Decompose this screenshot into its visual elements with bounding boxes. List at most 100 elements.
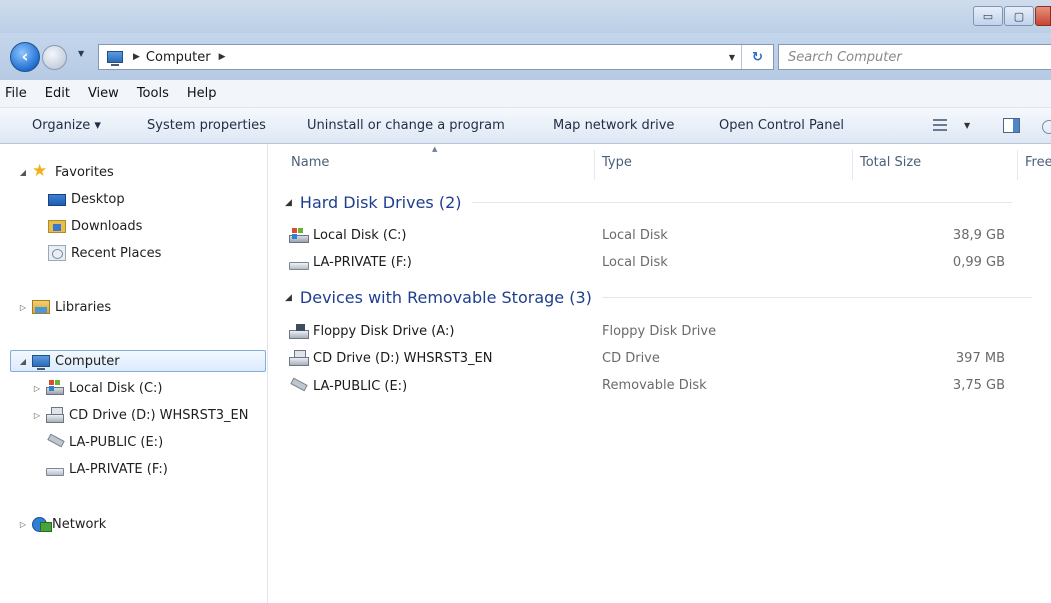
- list-item[interactable]: CD Drive (D:) WHSRST3_EN CD Drive 397 MB: [289, 347, 1049, 371]
- expand-icon[interactable]: ▷: [32, 411, 42, 420]
- search-input[interactable]: Search Computer: [778, 44, 1051, 70]
- nav-downloads-label: Downloads: [71, 218, 143, 234]
- nav-libraries-label: Libraries: [55, 299, 112, 315]
- help-icon[interactable]: [1042, 120, 1051, 134]
- menu-help[interactable]: Help: [187, 86, 217, 101]
- list-item[interactable]: LA-PUBLIC (E:) Removable Disk 3,75 GB: [289, 374, 1049, 398]
- minimize-icon: ▭: [982, 9, 994, 23]
- downloads-folder-icon: [48, 219, 66, 233]
- item-name-cell: CD Drive (D:) WHSRST3_EN: [289, 350, 493, 366]
- item-type: Floppy Disk Drive: [602, 324, 717, 339]
- nav-downloads[interactable]: Downloads: [44, 215, 142, 237]
- menu-view[interactable]: View: [88, 86, 119, 101]
- breadcrumb-separator-icon[interactable]: ▶: [219, 52, 226, 62]
- change-view-icon[interactable]: [933, 119, 947, 131]
- back-arrow-icon: ‹: [21, 47, 29, 67]
- nav-favorites[interactable]: ◢ Favorites: [18, 161, 114, 183]
- menu-bar: File Edit View Tools Help: [0, 80, 1051, 108]
- nav-cd-drive-d[interactable]: ▷ CD Drive (D:) WHSRST3_EN: [32, 404, 249, 426]
- item-name: CD Drive (D:) WHSRST3_EN: [313, 351, 493, 366]
- maximize-button[interactable]: ▢: [1004, 6, 1034, 26]
- expand-icon[interactable]: ▷: [18, 303, 28, 312]
- desktop-icon: [48, 194, 66, 206]
- address-bar[interactable]: ▶ Computer ▶ ▼ ↻: [98, 44, 774, 70]
- breadcrumb-computer[interactable]: Computer: [146, 50, 211, 65]
- item-name: Local Disk (C:): [313, 228, 407, 243]
- minimize-button[interactable]: ▭: [973, 6, 1003, 26]
- collapse-icon[interactable]: ◢: [18, 357, 28, 366]
- nav-network[interactable]: ▷ Network: [18, 513, 106, 535]
- column-divider[interactable]: [1017, 150, 1018, 180]
- collapse-group-icon[interactable]: ◢: [285, 198, 292, 208]
- group-title: Hard Disk Drives (2): [299, 193, 462, 212]
- uninstall-program-button[interactable]: Uninstall or change a program: [307, 118, 505, 133]
- file-list: ▲ Name Type Total Size Free ◢ Hard Disk …: [269, 144, 1051, 603]
- column-header-total-size[interactable]: Total Size: [860, 155, 921, 170]
- list-item[interactable]: Floppy Disk Drive (A:) Floppy Disk Drive: [289, 320, 1049, 344]
- nav-local-disk-c[interactable]: ▷ Local Disk (C:): [32, 377, 162, 399]
- group-divider: [471, 202, 1012, 203]
- column-divider[interactable]: [852, 150, 853, 180]
- removable-drive-icon: [289, 261, 309, 270]
- nav-network-label: Network: [52, 516, 107, 532]
- close-button[interactable]: [1035, 6, 1051, 26]
- refresh-icon[interactable]: ↻: [741, 45, 773, 69]
- breadcrumb-separator-icon[interactable]: ▶: [133, 52, 140, 62]
- nav-la-private-f[interactable]: LA-PRIVATE (F:): [42, 458, 168, 480]
- expand-icon[interactable]: ▷: [18, 520, 28, 529]
- sort-ascending-icon: ▲: [432, 145, 438, 153]
- usb-drive-icon: [46, 434, 64, 450]
- item-type: CD Drive: [602, 351, 660, 366]
- removable-drive-icon: [46, 468, 64, 476]
- collapse-group-icon[interactable]: ◢: [285, 293, 292, 303]
- expand-icon[interactable]: ▷: [32, 384, 42, 393]
- nav-recent-places-label: Recent Places: [71, 245, 162, 261]
- recent-pages-dropdown[interactable]: ▼: [78, 49, 84, 58]
- column-header-name[interactable]: Name: [291, 155, 329, 170]
- menu-tools[interactable]: Tools: [137, 86, 169, 101]
- organize-button[interactable]: Organize ▾: [32, 118, 101, 133]
- column-header-free-space[interactable]: Free: [1025, 155, 1051, 170]
- local-disk-icon: [46, 380, 64, 395]
- address-row: ‹ ▼ ▶ Computer ▶ ▼ ↻ Search Computer: [0, 33, 1051, 80]
- window-controls: ▭ ▢: [972, 6, 1051, 28]
- item-name-cell: LA-PRIVATE (F:): [289, 255, 412, 270]
- nav-libraries[interactable]: ▷ Libraries: [18, 296, 111, 318]
- nav-computer-label: Computer: [55, 353, 120, 369]
- item-name: Floppy Disk Drive (A:): [313, 324, 455, 339]
- computer-icon: [32, 355, 50, 370]
- group-header-removable-storage[interactable]: ◢ Devices with Removable Storage (3): [285, 288, 1032, 307]
- back-button[interactable]: ‹: [10, 42, 40, 72]
- item-name: LA-PUBLIC (E:): [313, 378, 408, 394]
- nav-cd-drive-d-label: CD Drive (D:) WHSRST3_EN: [69, 407, 249, 423]
- item-name-cell: LA-PUBLIC (E:): [289, 378, 407, 394]
- forward-button[interactable]: [42, 45, 67, 70]
- column-header-type[interactable]: Type: [602, 155, 632, 170]
- group-title: Devices with Removable Storage (3): [299, 288, 592, 307]
- local-disk-icon: [289, 227, 309, 243]
- system-properties-button[interactable]: System properties: [147, 118, 266, 133]
- map-network-drive-button[interactable]: Map network drive: [553, 118, 674, 133]
- list-item[interactable]: LA-PRIVATE (F:) Local Disk 0,99 GB: [289, 251, 1049, 275]
- list-item[interactable]: Local Disk (C:) Local Disk 38,9 GB: [289, 224, 1049, 248]
- item-type: Local Disk: [602, 228, 668, 243]
- search-placeholder: Search Computer: [788, 49, 902, 65]
- menu-edit[interactable]: Edit: [45, 86, 70, 101]
- menu-file[interactable]: File: [5, 86, 27, 101]
- open-control-panel-button[interactable]: Open Control Panel: [719, 118, 844, 133]
- libraries-icon: [32, 300, 50, 314]
- view-dropdown-icon[interactable]: ▼: [964, 121, 970, 130]
- star-icon: [32, 161, 50, 181]
- column-divider[interactable]: [594, 150, 595, 180]
- group-header-hard-disk-drives[interactable]: ◢ Hard Disk Drives (2): [285, 193, 1012, 212]
- usb-drive-icon: [289, 378, 309, 394]
- nav-recent-places[interactable]: Recent Places: [44, 242, 161, 264]
- nav-local-disk-c-label: Local Disk (C:): [69, 380, 163, 396]
- preview-pane-icon[interactable]: [1003, 118, 1020, 133]
- address-dropdown-icon[interactable]: ▼: [729, 53, 735, 62]
- item-name: LA-PRIVATE (F:): [313, 255, 412, 270]
- nav-desktop[interactable]: Desktop: [44, 188, 125, 210]
- nav-computer[interactable]: ◢ Computer: [10, 350, 266, 372]
- collapse-icon[interactable]: ◢: [18, 168, 28, 177]
- nav-la-public-e[interactable]: LA-PUBLIC (E:): [42, 431, 163, 453]
